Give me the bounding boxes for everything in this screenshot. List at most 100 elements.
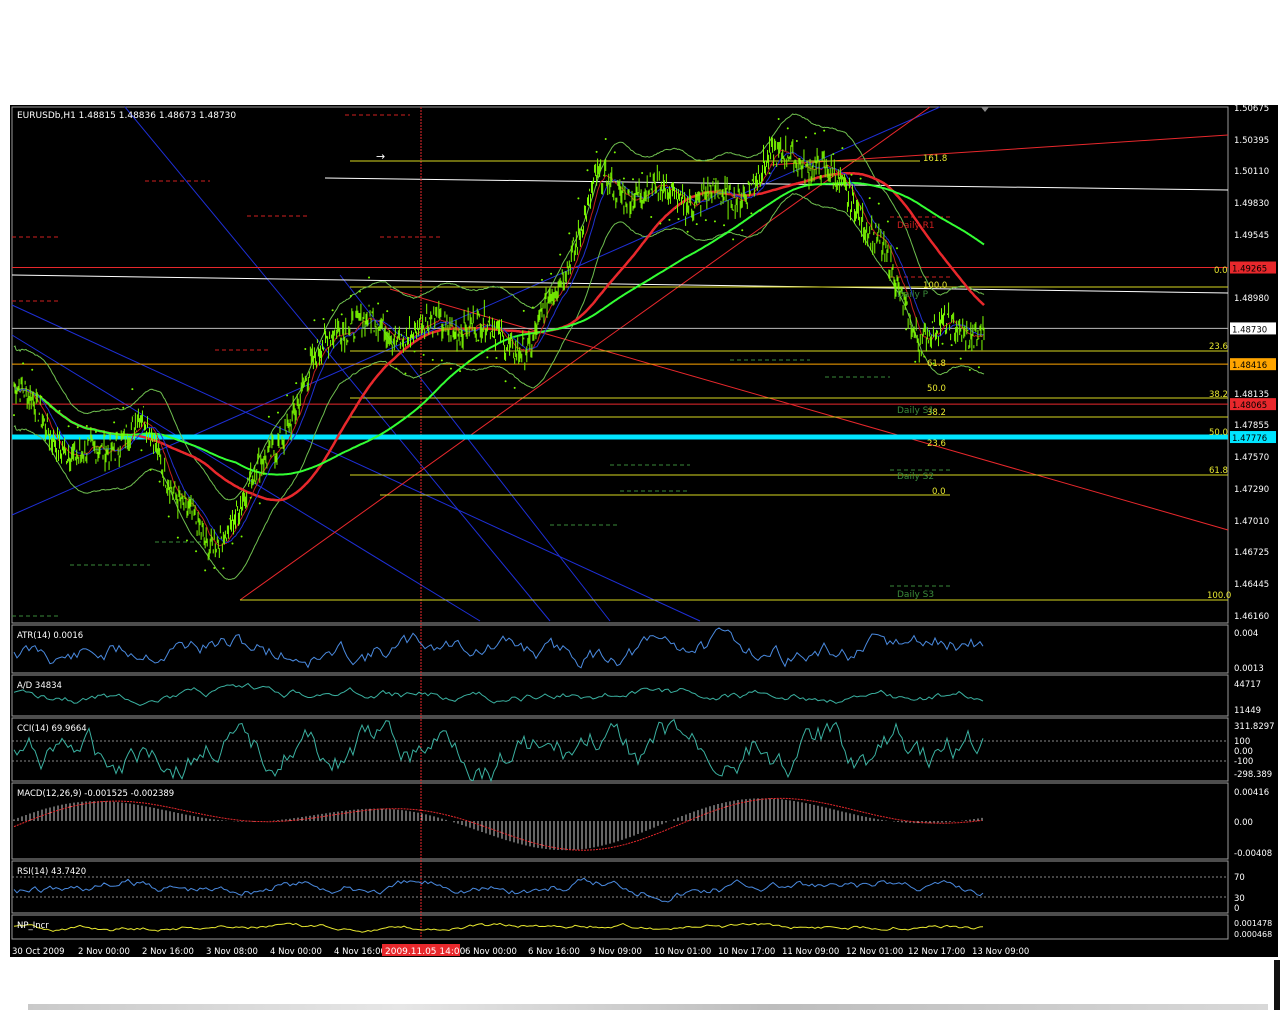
atr-title: ATR(14) 0.0016 xyxy=(17,631,83,641)
sar-dot xyxy=(58,409,61,412)
sar-dot xyxy=(613,151,616,154)
sar-dot xyxy=(841,147,844,150)
sar-dot xyxy=(340,313,343,316)
np-line xyxy=(13,922,984,933)
sar-dot xyxy=(140,449,143,452)
sar-dot xyxy=(950,344,953,347)
sar-dot xyxy=(513,386,516,389)
crosshair-time-label: 2009.11.05 14:00 xyxy=(385,947,466,957)
sar-dot xyxy=(295,382,298,385)
fib-label: 0.0 xyxy=(932,487,946,497)
time-tick: 6 Nov 00:00 xyxy=(465,947,517,957)
sar-dot xyxy=(668,218,671,221)
blue-channel-line xyxy=(11,334,481,622)
atr-scale: 0.0013 xyxy=(1234,664,1264,674)
sar-dot xyxy=(13,414,15,417)
fib-label: 100.0 xyxy=(1207,591,1231,601)
sar-dot xyxy=(377,302,380,305)
sar-dot xyxy=(832,153,835,156)
bollinger-lower xyxy=(13,192,985,581)
bottom-strip xyxy=(28,1004,1268,1010)
sar-dot xyxy=(313,319,316,322)
sar-dot xyxy=(395,367,398,370)
sar-dot xyxy=(713,220,716,223)
blue-channel-line xyxy=(11,304,701,622)
sar-dot xyxy=(368,276,371,279)
sar-dot xyxy=(468,360,471,363)
atr-scale: 0.004 xyxy=(1234,629,1258,639)
sar-dot xyxy=(176,536,179,539)
sar-dot xyxy=(204,569,207,572)
time-tick: 30 Oct 2009 xyxy=(12,947,65,957)
sar-dot xyxy=(859,177,862,180)
sar-dot xyxy=(49,405,52,408)
sar-dot xyxy=(959,357,962,360)
sar-dot xyxy=(695,223,698,226)
sar-dot xyxy=(550,272,553,275)
sar-dot xyxy=(905,328,908,331)
time-tick: 12 Nov 01:00 xyxy=(846,947,903,957)
rsi-scale: 0 xyxy=(1234,904,1239,914)
atr-pane[interactable] xyxy=(11,624,1229,674)
sar-dot xyxy=(249,496,252,499)
price-tick: 1.50110 xyxy=(1234,167,1269,177)
time-tick: 6 Nov 16:00 xyxy=(528,947,580,957)
arrow-marker: → xyxy=(376,150,385,163)
sar-dot xyxy=(777,118,780,121)
sar-dot xyxy=(941,342,944,345)
indicator-lines xyxy=(12,627,1228,933)
scroll-marker-icon[interactable] xyxy=(981,107,989,112)
rsi-title: RSI(14) 43.7420 xyxy=(17,867,86,877)
macd-scale: -0.00408 xyxy=(1234,849,1272,859)
sar-dot xyxy=(104,434,107,437)
cci-scale: -298.389 xyxy=(1234,770,1272,780)
sar-dot xyxy=(167,515,170,518)
np-pane[interactable] xyxy=(11,914,1229,940)
sar-dot xyxy=(531,306,534,309)
time-tick: 3 Nov 08:00 xyxy=(206,947,258,957)
fib-label: 50.0 xyxy=(1209,428,1228,438)
sar-dot xyxy=(76,426,79,429)
sar-dot xyxy=(413,350,416,353)
rsi-line xyxy=(13,877,984,903)
sar-dot xyxy=(586,169,589,172)
cci-pane[interactable] xyxy=(11,717,1229,782)
fib-label: 0.0 xyxy=(1214,266,1228,276)
sar-dot xyxy=(632,178,635,181)
sar-dot xyxy=(677,218,680,221)
sar-dot xyxy=(650,215,653,218)
ad-pane[interactable] xyxy=(11,674,1229,717)
sar-dot xyxy=(877,202,880,205)
sar-dot xyxy=(923,355,926,358)
price-tick: 1.47290 xyxy=(1234,485,1269,495)
sar-dot xyxy=(349,294,352,297)
fib-labels: 161.80.0100.023.638.250.061.8100.061.850… xyxy=(923,154,1231,601)
symbol-header: EURUSDb,H1 1.48815 1.48836 1.48673 1.487… xyxy=(17,111,236,121)
white-trend-line xyxy=(11,274,1229,294)
sar-dot xyxy=(477,339,480,342)
pivot-label: Daily P xyxy=(897,290,929,300)
sar-dot xyxy=(968,368,971,371)
price-tick: 1.47570 xyxy=(1234,453,1269,463)
sar-dot xyxy=(659,222,662,225)
price-tick: 1.46160 xyxy=(1234,612,1269,622)
ad-line xyxy=(13,682,984,706)
ad-title: A/D 34834 xyxy=(17,681,62,691)
sar-dot xyxy=(850,173,853,176)
time-tick: 4 Nov 16:00 xyxy=(334,947,386,957)
sar-dot xyxy=(322,317,325,320)
price-label-text: 1.48065 xyxy=(1232,401,1267,411)
sar-dot xyxy=(704,219,707,222)
price-label-text: 1.49265 xyxy=(1232,265,1267,275)
time-tick: 2 Nov 00:00 xyxy=(78,947,130,957)
sar-dot xyxy=(622,177,625,180)
sar-dot xyxy=(431,358,434,361)
sar-dot xyxy=(358,290,361,293)
sar-dot xyxy=(750,212,753,215)
sar-dot xyxy=(604,138,607,141)
sar-dot xyxy=(641,172,644,175)
np-title: NP_Incr xyxy=(17,921,49,931)
time-axis: 30 Oct 2009 2 Nov 00:00 2 Nov 16:00 3 Nov 0… xyxy=(12,947,1029,957)
sar-dot xyxy=(595,150,598,153)
macd-title: MACD(12,26,9) -0.001525 -0.002389 xyxy=(17,789,174,799)
